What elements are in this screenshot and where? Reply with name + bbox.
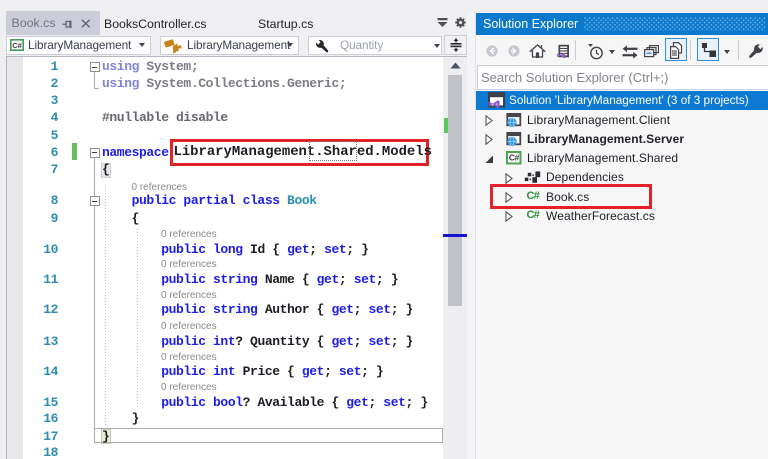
svg-text:C#: C# bbox=[509, 153, 520, 163]
svg-text:C#: C# bbox=[12, 40, 22, 49]
